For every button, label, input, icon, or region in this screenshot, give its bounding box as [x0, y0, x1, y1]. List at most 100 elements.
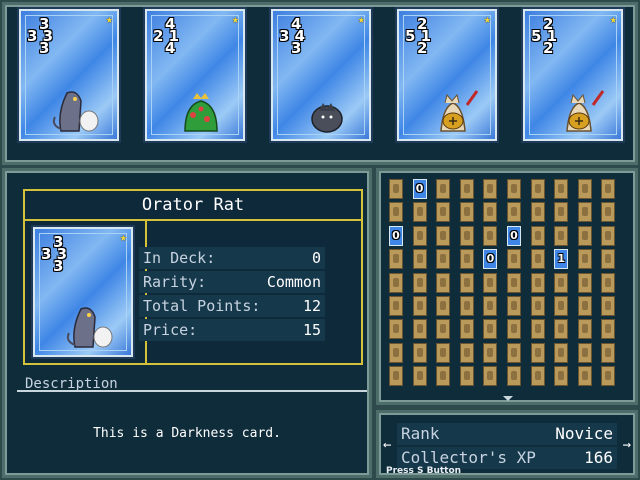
collection-slot[interactable] — [436, 319, 451, 340]
collection-slot[interactable] — [483, 342, 498, 363]
collection-slot[interactable] — [601, 319, 616, 340]
collection-slot[interactable] — [554, 272, 569, 293]
collection-slot[interactable] — [601, 272, 616, 293]
collection-slot-owned[interactable]: 0 — [412, 179, 427, 199]
collection-slot[interactable] — [436, 249, 451, 270]
collection-slot[interactable] — [483, 319, 498, 340]
collection-slot[interactable] — [436, 296, 451, 316]
collection-slot[interactable] — [507, 202, 521, 223]
collection-slot[interactable] — [412, 319, 427, 340]
collection-slot[interactable] — [507, 179, 521, 199]
collection-slot[interactable] — [554, 179, 569, 199]
card-stat-bottom: 3 — [291, 39, 302, 57]
collection-slot[interactable] — [389, 272, 403, 293]
collection-slot[interactable] — [389, 249, 403, 270]
collection-slot[interactable] — [412, 296, 427, 316]
collection-slot[interactable] — [577, 225, 592, 246]
collection-slot[interactable] — [507, 366, 521, 387]
collection-slot[interactable] — [412, 225, 427, 246]
collection-slot[interactable] — [601, 225, 616, 246]
detail-card[interactable]: ★ 3 3 33 — [31, 225, 135, 359]
collection-slot[interactable] — [459, 272, 474, 293]
collection-slot-owned[interactable]: 0 — [389, 225, 403, 246]
collection-slot[interactable] — [436, 272, 451, 293]
collection-slot[interactable] — [554, 342, 569, 363]
collection-slot[interactable] — [507, 249, 521, 270]
collection-slot[interactable] — [507, 342, 521, 363]
collection-slot[interactable] — [436, 202, 451, 223]
collection-slot[interactable] — [554, 296, 569, 316]
collection-slot[interactable] — [530, 225, 545, 246]
collection-slot[interactable] — [530, 366, 545, 387]
collection-slot[interactable] — [459, 296, 474, 316]
collection-slot[interactable] — [577, 319, 592, 340]
collection-slot[interactable] — [459, 342, 474, 363]
cat-card-2[interactable]: ★ 2 5 12 — [521, 7, 625, 143]
collection-slot[interactable] — [577, 202, 592, 223]
collection-slot[interactable] — [530, 319, 545, 340]
collection-slot[interactable] — [483, 225, 498, 246]
scroll-down-icon[interactable] — [503, 396, 513, 401]
collection-slot[interactable] — [554, 319, 569, 340]
collection-slot[interactable] — [507, 319, 521, 340]
collection-slot[interactable] — [530, 202, 545, 223]
collection-slot[interactable] — [483, 272, 498, 293]
collection-slot[interactable] — [389, 296, 403, 316]
collection-slot[interactable] — [389, 342, 403, 363]
collection-slot[interactable] — [577, 272, 592, 293]
collection-slot[interactable] — [601, 179, 616, 199]
collection-slot[interactable] — [601, 202, 616, 223]
collection-slot-owned[interactable]: 0 — [483, 249, 498, 270]
collection-slot[interactable] — [554, 225, 569, 246]
collection-slot[interactable] — [601, 249, 616, 270]
collection-slot[interactable] — [601, 296, 616, 316]
collection-slot[interactable] — [577, 366, 592, 387]
collection-slot[interactable] — [577, 249, 592, 270]
collection-slot[interactable] — [459, 249, 474, 270]
collection-slot[interactable] — [483, 202, 498, 223]
collection-slot[interactable] — [412, 342, 427, 363]
collection-slot[interactable] — [601, 342, 616, 363]
collection-slot[interactable] — [412, 202, 427, 223]
collection-slot[interactable] — [507, 272, 521, 293]
rat-card-1[interactable]: ★ 3 3 33 — [17, 7, 121, 143]
collection-slot[interactable] — [412, 249, 427, 270]
collection-slot[interactable] — [601, 366, 616, 387]
collection-slot-owned[interactable]: 0 — [507, 225, 521, 246]
collection-slot[interactable] — [436, 179, 451, 199]
collection-slot[interactable] — [412, 366, 427, 387]
collection-slot[interactable] — [530, 342, 545, 363]
frog-card[interactable]: ★ 4 2 14 — [143, 7, 247, 143]
collection-slot[interactable] — [530, 272, 545, 293]
collection-slot[interactable] — [412, 272, 427, 293]
collection-slot[interactable] — [389, 366, 403, 387]
collection-slot[interactable] — [483, 296, 498, 316]
collection-slot[interactable] — [554, 366, 569, 387]
collection-slot[interactable] — [577, 179, 592, 199]
collection-slot[interactable] — [483, 366, 498, 387]
collection-slot[interactable] — [530, 249, 545, 270]
collection-slot[interactable] — [389, 179, 403, 199]
collection-slot[interactable] — [389, 202, 403, 223]
collection-slot-owned[interactable]: 1 — [554, 249, 569, 270]
right-arrow-icon[interactable]: → — [623, 437, 631, 453]
collection-slot[interactable] — [507, 296, 521, 316]
collection-slot[interactable] — [577, 296, 592, 316]
collection-slot[interactable] — [459, 202, 474, 223]
collection-slot[interactable] — [530, 179, 545, 199]
collection-slot[interactable] — [530, 296, 545, 316]
collection-slot[interactable] — [436, 225, 451, 246]
collection-slot[interactable] — [459, 319, 474, 340]
collection-slot[interactable] — [436, 342, 451, 363]
left-arrow-icon[interactable]: ← — [383, 437, 391, 453]
cat-card-1[interactable]: ★ 2 5 12 — [395, 7, 499, 143]
collection-slot[interactable] — [483, 179, 498, 199]
collection-slot[interactable] — [554, 202, 569, 223]
collection-slot[interactable] — [389, 319, 403, 340]
collection-slot[interactable] — [459, 179, 474, 199]
collection-slot[interactable] — [459, 366, 474, 387]
collection-slot[interactable] — [436, 366, 451, 387]
collection-slot[interactable] — [577, 342, 592, 363]
collection-slot[interactable] — [459, 225, 474, 246]
blob-card[interactable]: ★ 4 3 43 — [269, 7, 373, 143]
